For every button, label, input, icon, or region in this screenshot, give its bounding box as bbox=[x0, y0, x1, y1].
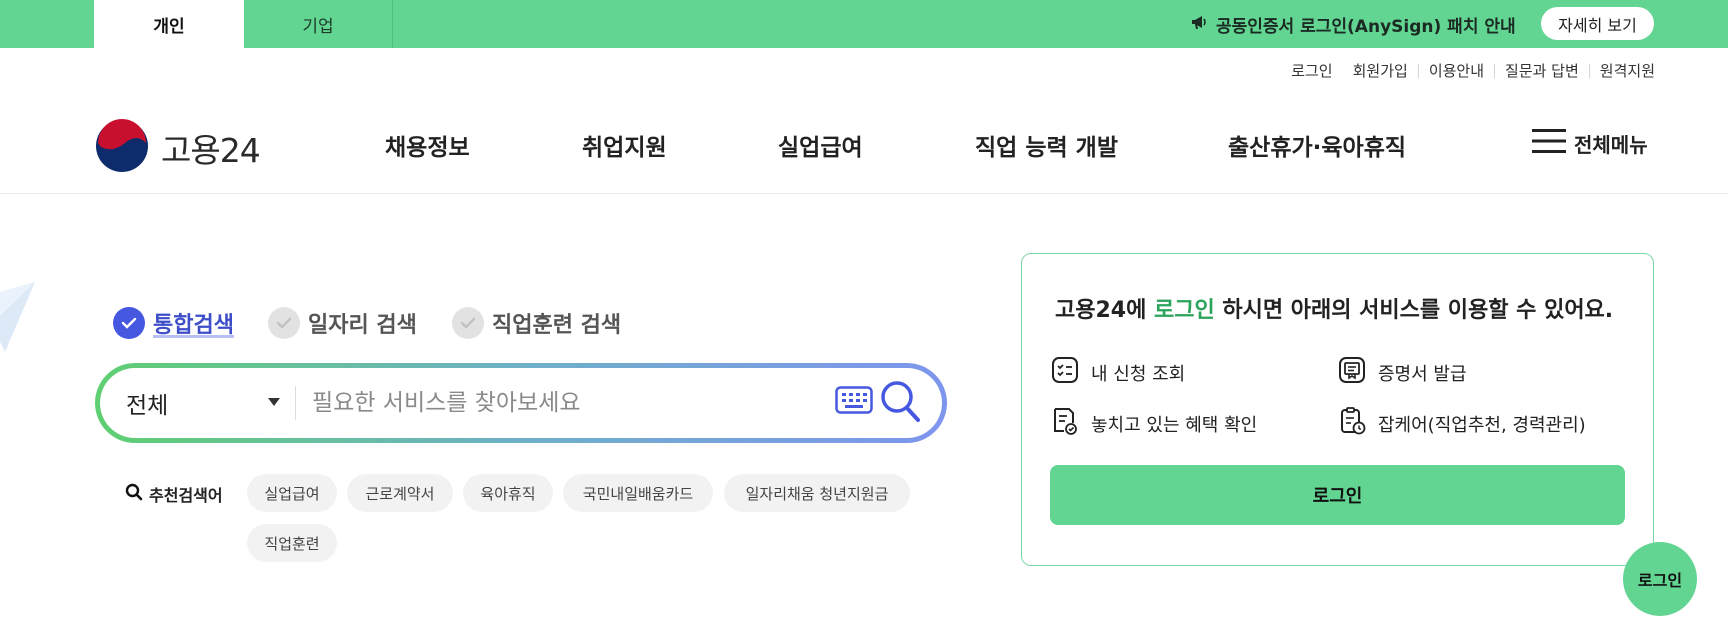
keyword-chip[interactable]: 근로계약서 bbox=[347, 474, 453, 512]
card-login-button[interactable]: 로그인 bbox=[1050, 465, 1625, 525]
keyword-chip[interactable]: 직업훈련 bbox=[247, 524, 337, 562]
service-label: 잡케어(직업추천, 경력관리) bbox=[1378, 414, 1586, 436]
all-menu-button[interactable]: 전체메뉴 bbox=[1532, 128, 1648, 159]
util-guide-link[interactable]: 이용안내 bbox=[1429, 60, 1484, 81]
search-type-label: 직업훈련 검색 bbox=[492, 313, 622, 338]
card-rest-text: 하시면 아래의 서비스를 이용할 수 있어요. bbox=[1222, 298, 1614, 323]
top-bar: 개인 기업 공동인증서 로그인(AnySign) 패치 안내 자세히 보기 bbox=[0, 0, 1728, 48]
notice-text: 공동인증서 로그인(AnySign) 패치 안내 bbox=[1216, 16, 1516, 37]
taegeuk-emblem-icon bbox=[95, 119, 149, 177]
unchecked-icon bbox=[268, 307, 300, 339]
util-qna-link[interactable]: 질문과 답변 bbox=[1505, 60, 1579, 81]
keyword-chip[interactable]: 국민내일배움카드 bbox=[563, 474, 713, 512]
tab-personal[interactable]: 개인 bbox=[94, 0, 244, 48]
search-icon bbox=[125, 483, 143, 505]
document-check-icon bbox=[1051, 406, 1079, 441]
dropdown-arrow-icon[interactable] bbox=[268, 398, 280, 406]
gnb-employment-support[interactable]: 취업지원 bbox=[582, 128, 667, 162]
card-brand-text: 고용24에 bbox=[1055, 298, 1147, 323]
util-remote-link[interactable]: 원격지원 bbox=[1600, 60, 1655, 81]
search-type-integrated[interactable]: 통합검색 bbox=[113, 307, 234, 339]
logo-text: 고용24 bbox=[161, 131, 261, 170]
service-label: 증명서 발급 bbox=[1378, 363, 1467, 385]
keyword-chip[interactable]: 육아휴직 bbox=[463, 474, 553, 512]
paper-plane-icon bbox=[0, 282, 36, 356]
search-type-label: 일자리 검색 bbox=[308, 313, 417, 338]
keyword-chip[interactable]: 실업급여 bbox=[247, 474, 337, 512]
service-label: 내 신청 조회 bbox=[1091, 363, 1186, 385]
keyboard-icon[interactable] bbox=[835, 386, 873, 418]
service-certificate[interactable]: 증명서 발급 bbox=[1338, 356, 1467, 389]
search-scope-select[interactable]: 전체 bbox=[126, 368, 168, 438]
checked-icon bbox=[113, 307, 145, 339]
search-icon[interactable] bbox=[880, 380, 922, 428]
header-divider bbox=[0, 193, 1728, 194]
search-input[interactable] bbox=[312, 380, 772, 426]
util-signup-link[interactable]: 회원가입 bbox=[1353, 60, 1408, 81]
megaphone-icon bbox=[1190, 13, 1208, 36]
checklist-icon bbox=[1051, 356, 1079, 389]
login-card-message: 고용24에 로그인 하시면 아래의 서비스를 이용할 수 있어요. bbox=[1055, 292, 1613, 324]
search-box: 전체 bbox=[95, 363, 947, 443]
service-my-applications[interactable]: 내 신청 조회 bbox=[1051, 356, 1185, 389]
service-jobcare[interactable]: 잡케어(직업추천, 경력관리) bbox=[1338, 406, 1586, 441]
floating-login-button[interactable]: 로그인 bbox=[1623, 542, 1697, 616]
hamburger-icon bbox=[1532, 128, 1566, 159]
search-type-training[interactable]: 직업훈련 검색 bbox=[452, 307, 621, 339]
utility-links: 로그인 회원가입 이용안내 질문과 답변 원격지원 bbox=[1291, 60, 1655, 81]
detail-button[interactable]: 자세히 보기 bbox=[1541, 7, 1654, 40]
gnb-parental-leave[interactable]: 출산휴가·육아휴직 bbox=[1228, 128, 1406, 162]
gnb-job-info[interactable]: 채용정보 bbox=[385, 128, 470, 162]
service-missed-benefits[interactable]: 놓치고 있는 혜택 확인 bbox=[1051, 406, 1257, 441]
certificate-icon bbox=[1338, 356, 1366, 389]
keyword-chip[interactable]: 일자리채움 청년지원금 bbox=[724, 474, 910, 512]
recommend-label-text: 추천검색어 bbox=[149, 486, 223, 505]
gnb-unemployment-benefit[interactable]: 실업급여 bbox=[778, 128, 863, 162]
service-label: 놓치고 있는 혜택 확인 bbox=[1091, 414, 1258, 436]
tab-divider bbox=[392, 0, 393, 48]
card-login-highlight: 로그인 bbox=[1154, 298, 1215, 323]
tab-business[interactable]: 기업 bbox=[244, 0, 392, 48]
search-type-jobs[interactable]: 일자리 검색 bbox=[268, 307, 417, 339]
util-login-link[interactable]: 로그인 bbox=[1291, 60, 1332, 81]
login-card: 고용24에 로그인 하시면 아래의 서비스를 이용할 수 있어요. 내 신청 조… bbox=[1021, 253, 1654, 566]
clipboard-clock-icon bbox=[1338, 406, 1366, 441]
notice[interactable]: 공동인증서 로그인(AnySign) 패치 안내 bbox=[1190, 0, 1516, 48]
all-menu-label: 전체메뉴 bbox=[1574, 133, 1648, 157]
gnb-vocational-training[interactable]: 직업 능력 개발 bbox=[975, 128, 1118, 162]
site-logo[interactable]: 고용24 bbox=[95, 119, 261, 177]
recommend-label: 추천검색어 bbox=[125, 482, 223, 506]
search-type-label: 통합검색 bbox=[153, 313, 234, 338]
unchecked-icon bbox=[452, 307, 484, 339]
